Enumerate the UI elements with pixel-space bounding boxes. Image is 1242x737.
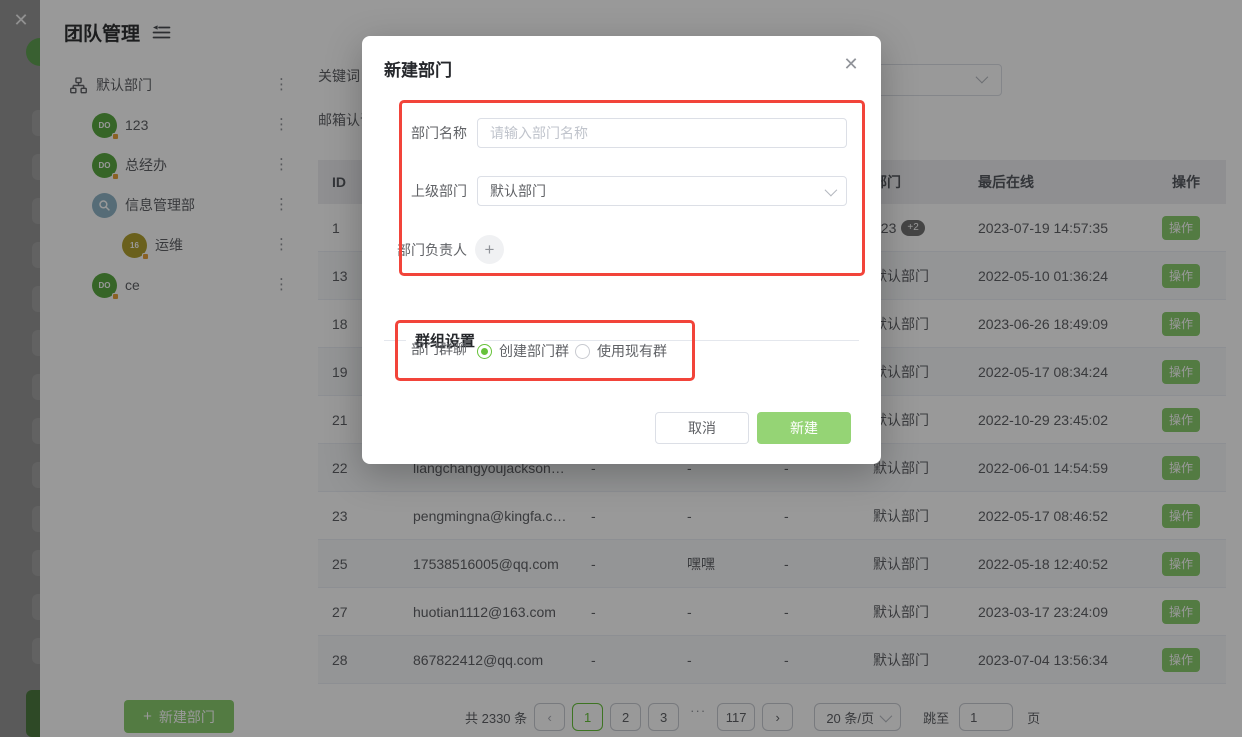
dept-chat-label: 部门群聊 bbox=[386, 341, 467, 357]
create-button[interactable]: 新建 bbox=[757, 412, 851, 444]
dept-leader-label: 部门负责人 bbox=[386, 235, 467, 265]
radio-selected-icon bbox=[477, 344, 492, 359]
radio-create-group[interactable]: 创建部门群 bbox=[477, 341, 569, 361]
chevron-down-icon bbox=[825, 183, 838, 196]
dept-name-input[interactable] bbox=[477, 118, 847, 148]
new-department-dialog: 新建部门 ✕ 部门名称 上级部门 默认部门 部门负责人 + 群组设置 部门群聊 … bbox=[362, 36, 881, 464]
cancel-button[interactable]: 取消 bbox=[655, 412, 749, 444]
parent-dept-label: 上级部门 bbox=[386, 176, 467, 206]
radio-existing-group[interactable]: 使用现有群 bbox=[575, 341, 667, 361]
radio-existing-group-label: 使用现有群 bbox=[597, 341, 667, 361]
radio-unselected-icon bbox=[575, 344, 590, 359]
radio-create-group-label: 创建部门群 bbox=[499, 341, 569, 361]
parent-dept-value: 默认部门 bbox=[490, 181, 825, 201]
dialog-title: 新建部门 bbox=[384, 56, 452, 81]
dept-name-label: 部门名称 bbox=[386, 118, 467, 148]
parent-dept-select[interactable]: 默认部门 bbox=[477, 176, 847, 206]
add-leader-button[interactable]: + bbox=[475, 235, 504, 264]
dialog-close-icon[interactable]: ✕ bbox=[841, 54, 861, 74]
